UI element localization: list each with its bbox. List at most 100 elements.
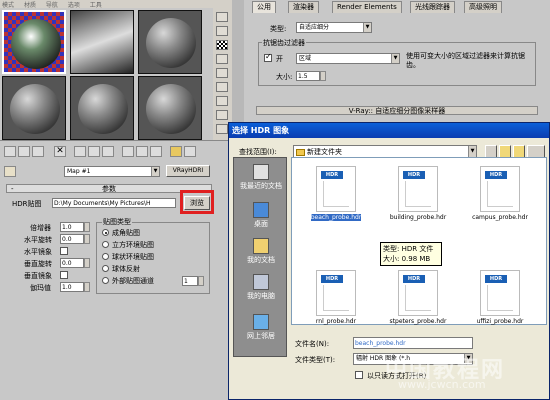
material-effects-icon[interactable]	[122, 146, 134, 157]
file-item[interactable]: HDR beach_probe.hdr	[306, 166, 366, 221]
aa-filter-on-label: 开	[276, 55, 283, 63]
radio-spherical[interactable]	[102, 253, 109, 260]
v-rotation-spinner[interactable]	[84, 258, 90, 268]
pick-material-icon[interactable]	[4, 166, 16, 177]
menu-item[interactable]: 工具	[90, 2, 102, 9]
reset-icon[interactable]: ✕	[54, 146, 66, 157]
go-to-parent-icon[interactable]	[170, 146, 182, 157]
material-slot[interactable]	[70, 76, 134, 140]
file-list: HDR beach_probe.hdr HDR building_probe.hdr…	[291, 157, 547, 325]
channel-field[interactable]: 1	[182, 276, 198, 286]
size-field[interactable]: 1.5	[296, 71, 320, 81]
browse-highlight	[180, 190, 214, 214]
make-preview-icon[interactable]	[216, 82, 228, 92]
v-flip-checkbox[interactable]	[60, 271, 68, 279]
put-to-scene-icon[interactable]	[18, 146, 30, 157]
chevron-down-icon[interactable]: ▼	[468, 146, 476, 157]
sample-type-icon[interactable]	[216, 12, 228, 22]
radio-explicit-channel[interactable]	[102, 277, 109, 284]
gamma-field[interactable]: 1.0	[60, 282, 84, 292]
tab-renderer[interactable]: 渲染器	[288, 1, 319, 13]
radio-spherical-label: 球状环境贴图	[112, 253, 154, 261]
render-setup-scrollbar[interactable]	[232, 0, 244, 122]
multiplier-field[interactable]: 1.0	[60, 222, 84, 232]
uv-tiling-icon[interactable]	[216, 54, 228, 64]
assign-material-icon[interactable]	[32, 146, 44, 157]
file-item[interactable]: HDR stpeters_probe.hdr	[388, 270, 448, 325]
place-network[interactable]: 网上邻居	[234, 314, 288, 341]
options-icon[interactable]	[216, 96, 228, 106]
my-computer-icon	[253, 274, 269, 290]
dialog-title: 选择 HDR 图象	[232, 126, 290, 135]
channel-spinner[interactable]	[198, 276, 204, 286]
background-icon[interactable]	[216, 40, 228, 50]
go-forward-icon[interactable]	[184, 146, 196, 157]
filter-select[interactable]: 区域 ▼	[296, 53, 400, 64]
file-tooltip: 类型: HDR 文件 大小: 0.98 MB	[380, 242, 442, 266]
filename-field[interactable]: beach_probe.hdr	[353, 337, 473, 349]
tab-advanced-lighting[interactable]: 高级照明	[464, 1, 502, 13]
readonly-checkbox[interactable]	[355, 371, 363, 379]
show-end-result-icon[interactable]	[150, 146, 162, 157]
adaptive-sampler-rollout[interactable]: V-Ray:: 自适应细分图像采样器	[256, 106, 538, 115]
place-my-documents[interactable]: 我的文档	[234, 238, 288, 265]
material-navigator-icon[interactable]	[216, 124, 228, 134]
material-slot[interactable]	[138, 76, 202, 140]
folder-icon	[296, 148, 305, 156]
map-type-button[interactable]: VRayHDRI	[166, 165, 210, 177]
chevron-down-icon[interactable]: ▼	[391, 54, 399, 63]
select-by-material-icon[interactable]	[216, 110, 228, 120]
place-recent[interactable]: 我最近的文档	[234, 164, 288, 191]
menu-item[interactable]: 选项	[68, 2, 80, 9]
material-slot[interactable]	[138, 10, 202, 74]
chevron-down-icon[interactable]: ▼	[151, 167, 159, 176]
place-desktop[interactable]: 桌面	[234, 202, 288, 229]
hdr-path-field[interactable]: D:\My Documents\My Pictures\H	[52, 198, 176, 208]
place-my-computer[interactable]: 我的电脑	[234, 274, 288, 301]
copy-material-icon[interactable]	[74, 146, 86, 157]
radio-mirror-ball[interactable]	[102, 265, 109, 272]
material-slot-selected[interactable]	[2, 10, 66, 74]
gamma-spinner[interactable]	[84, 282, 90, 292]
chevron-down-icon[interactable]: ▼	[363, 23, 371, 32]
tab-raytracer[interactable]: 光线跟踪器	[410, 1, 455, 13]
h-flip-checkbox[interactable]	[60, 247, 68, 255]
h-rotation-label: 水平旋转	[24, 236, 52, 244]
material-slot[interactable]	[70, 10, 134, 74]
size-spinner[interactable]	[320, 71, 326, 81]
h-rotation-field[interactable]: 0.0	[60, 234, 84, 244]
aa-filter-on-checkbox[interactable]: ✓	[264, 52, 272, 62]
backlight-icon[interactable]	[216, 26, 228, 36]
sphere-preview	[10, 84, 60, 134]
radio-cubic[interactable]	[102, 241, 109, 248]
material-slot[interactable]	[2, 76, 66, 140]
filter-description: 使用可变大小的区域过滤器来计算抗锯齿。	[406, 52, 525, 69]
radio-angular[interactable]	[102, 229, 109, 236]
my-documents-icon	[253, 238, 269, 254]
type-select[interactable]: 自适应细分 ▼	[296, 22, 372, 33]
menu-item[interactable]: 模式	[2, 2, 14, 9]
multiplier-spinner[interactable]	[84, 222, 90, 232]
menu-item[interactable]: 导航	[46, 2, 58, 9]
tab-render-elements[interactable]: Render Elements	[332, 1, 402, 13]
get-material-icon[interactable]	[4, 146, 16, 157]
file-item[interactable]: HDR rnl_probe.hdr	[306, 270, 366, 325]
make-unique-icon[interactable]	[88, 146, 100, 157]
show-map-icon[interactable]	[136, 146, 148, 157]
file-item[interactable]: HDR building_probe.hdr	[388, 166, 448, 221]
map-name-field[interactable]: Map #1 ▼	[64, 166, 160, 177]
tab-common[interactable]: 公用	[252, 1, 276, 13]
h-flip-label: 水平镜象	[24, 248, 52, 256]
radio-explicit-channel-label: 外部贴图通道	[112, 277, 154, 285]
hdr-file-icon: HDR	[480, 166, 520, 212]
video-check-icon[interactable]	[216, 68, 228, 78]
h-rotation-spinner[interactable]	[84, 234, 90, 244]
v-rotation-field[interactable]: 0.0	[60, 258, 84, 268]
file-item[interactable]: HDR uffizi_probe.hdr	[470, 270, 530, 325]
dialog-title-bar[interactable]: 选择 HDR 图象	[229, 123, 549, 138]
rollout-title: 参数	[102, 185, 116, 193]
file-item[interactable]: HDR campus_probe.hdr	[470, 166, 530, 221]
menu-item[interactable]: 材质	[24, 2, 36, 9]
collapse-icon: -	[11, 185, 14, 193]
put-to-library-icon[interactable]	[102, 146, 114, 157]
